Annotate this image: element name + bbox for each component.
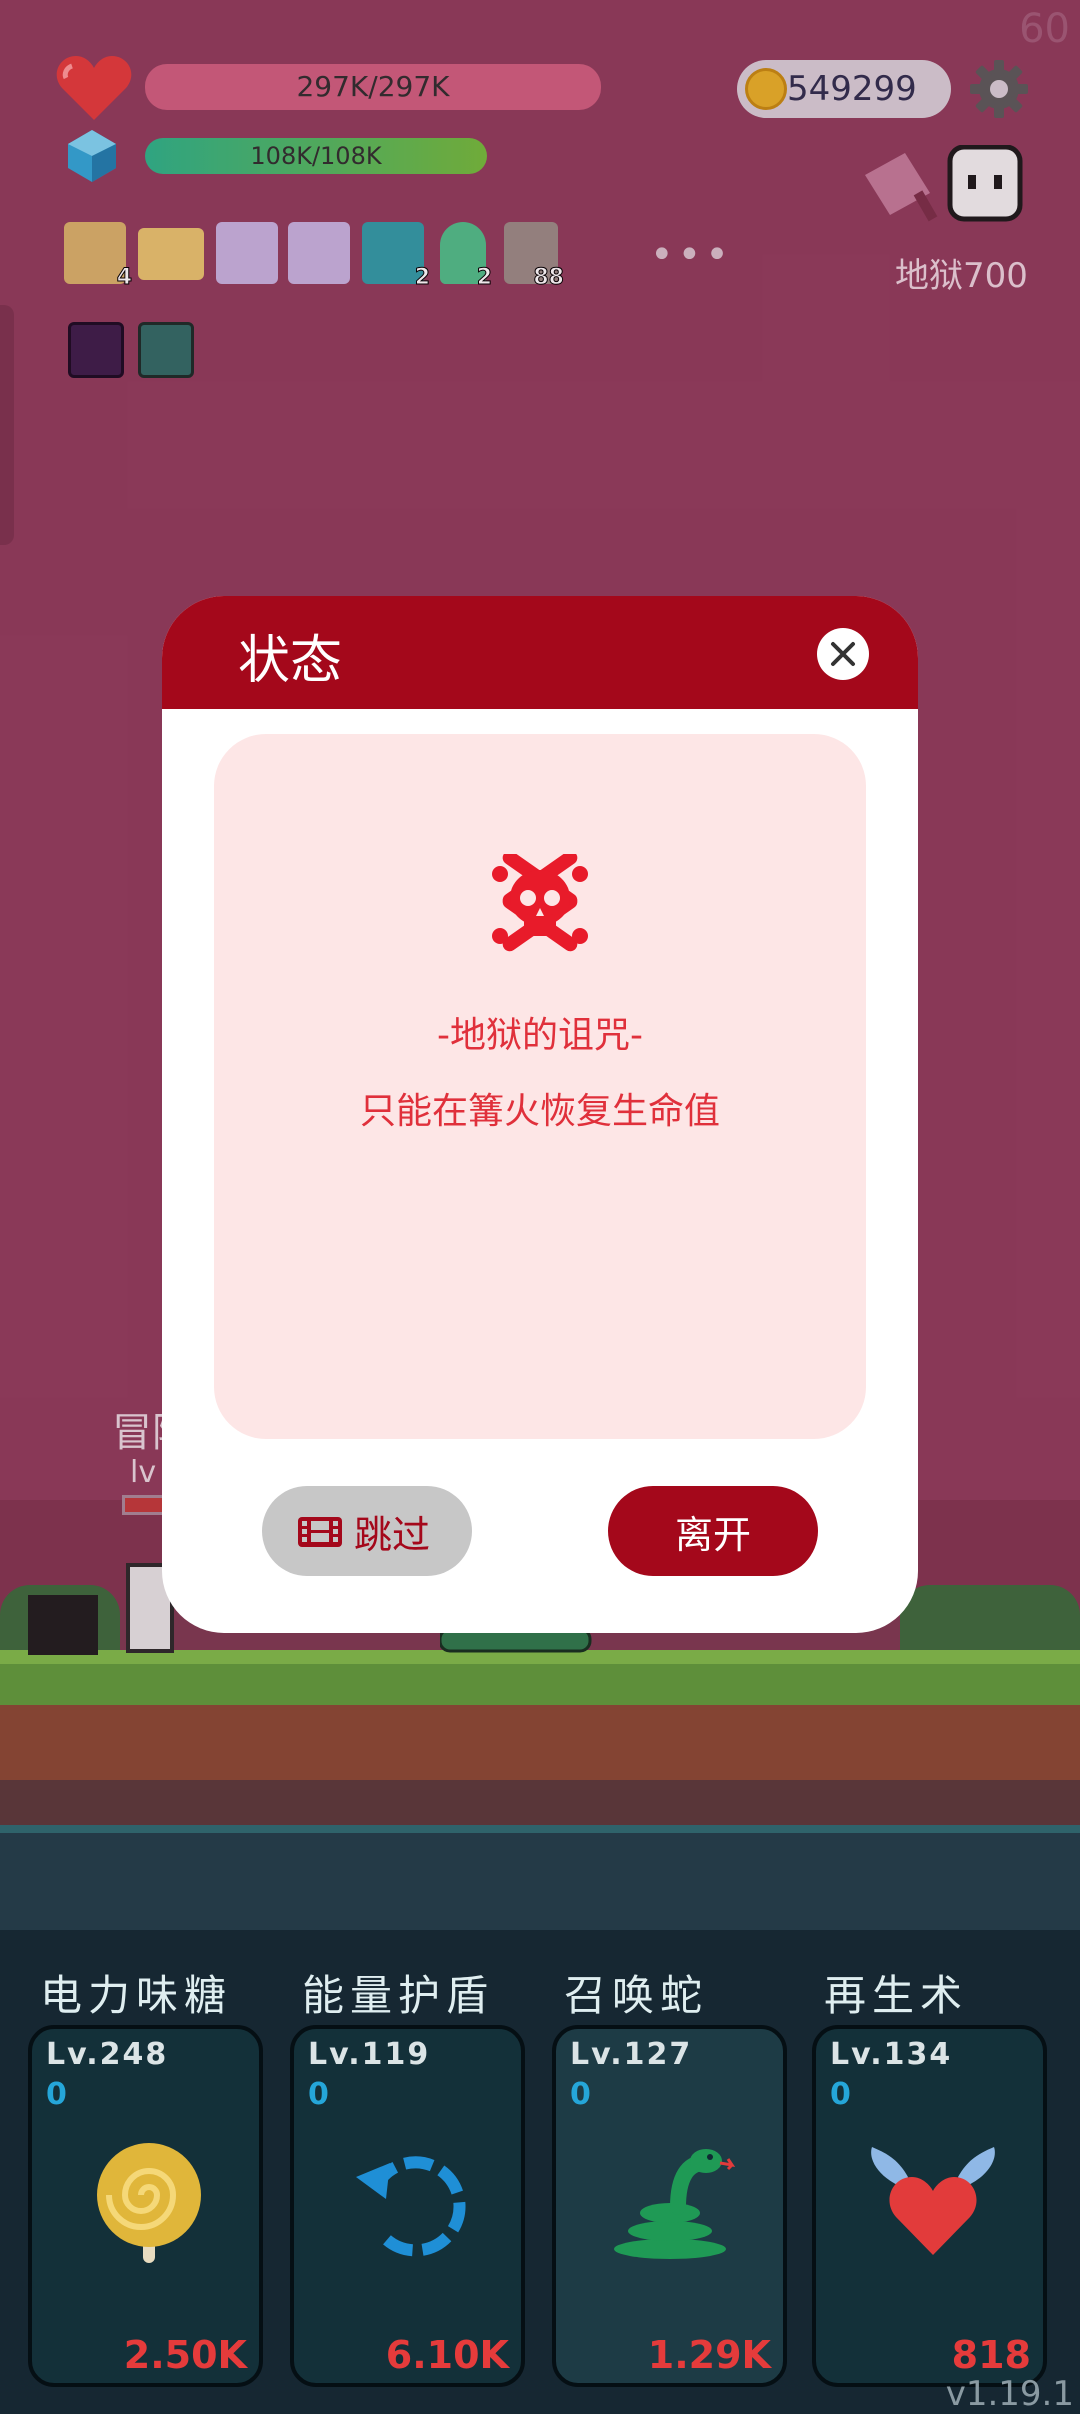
- skill-level: Lv.134: [830, 2037, 953, 2072]
- skill-name: 召唤蛇: [564, 1971, 709, 2020]
- curse-description: 只能在篝火恢复生命值: [359, 1091, 720, 1132]
- skip-label: 跳过: [354, 1513, 431, 1557]
- skill-count: 0: [308, 2077, 329, 2112]
- skip-button[interactable]: 跳过: [262, 1486, 472, 1576]
- shield-rotate-icon: [356, 2156, 466, 2257]
- close-button[interactable]: [817, 628, 869, 680]
- winged-heart-icon: [871, 2147, 995, 2255]
- snake-icon: [614, 2149, 736, 2259]
- lollipop-icon: [97, 2143, 201, 2263]
- skill-level: Lv.127: [570, 2037, 693, 2072]
- status-card: -地狱的诅咒- 只能在篝火恢复生命值: [214, 734, 866, 1439]
- curse-title: -地狱的诅咒-: [437, 1015, 643, 1056]
- skill-card-energy-shield[interactable]: Lv.119 0 6.10K: [290, 2025, 525, 2387]
- skill-cost: 2.50K: [123, 2333, 247, 2377]
- dialog-title: 状态: [238, 631, 343, 691]
- leave-label: 离开: [674, 1513, 751, 1557]
- version-label: v1.19.1: [945, 2374, 1074, 2414]
- skill-count: 0: [46, 2077, 67, 2112]
- skill-count: 0: [830, 2077, 851, 2112]
- video-ad-icon: [298, 1517, 342, 1547]
- skill-name: 能量护盾: [302, 1971, 495, 2020]
- skill-cost: 6.10K: [385, 2333, 509, 2377]
- status-dialog: 状态 -地狱的诅咒- 只能在篝火恢复生命值 跳过 离开: [162, 596, 918, 1633]
- skill-card-regeneration[interactable]: Lv.134 0 818: [812, 2025, 1047, 2387]
- close-icon: [831, 642, 855, 666]
- skill-card-summon-snake[interactable]: Lv.127 0 1.29K: [552, 2025, 787, 2387]
- skill-level: Lv.248: [46, 2037, 169, 2072]
- skill-name: 再生术: [824, 1971, 969, 2020]
- skill-level: Lv.119: [308, 2037, 431, 2072]
- skill-count: 0: [570, 2077, 591, 2112]
- skill-cost: 1.29K: [647, 2333, 771, 2377]
- skill-cost: 818: [951, 2333, 1031, 2377]
- skill-card-electric-candy[interactable]: Lv.248 0 2.50K: [28, 2025, 263, 2387]
- skull-crossbones-icon: [492, 854, 588, 952]
- dialog-header: 状态: [162, 596, 918, 709]
- skill-name: 电力味糖: [40, 1971, 233, 2020]
- leave-button[interactable]: 离开: [608, 1486, 818, 1576]
